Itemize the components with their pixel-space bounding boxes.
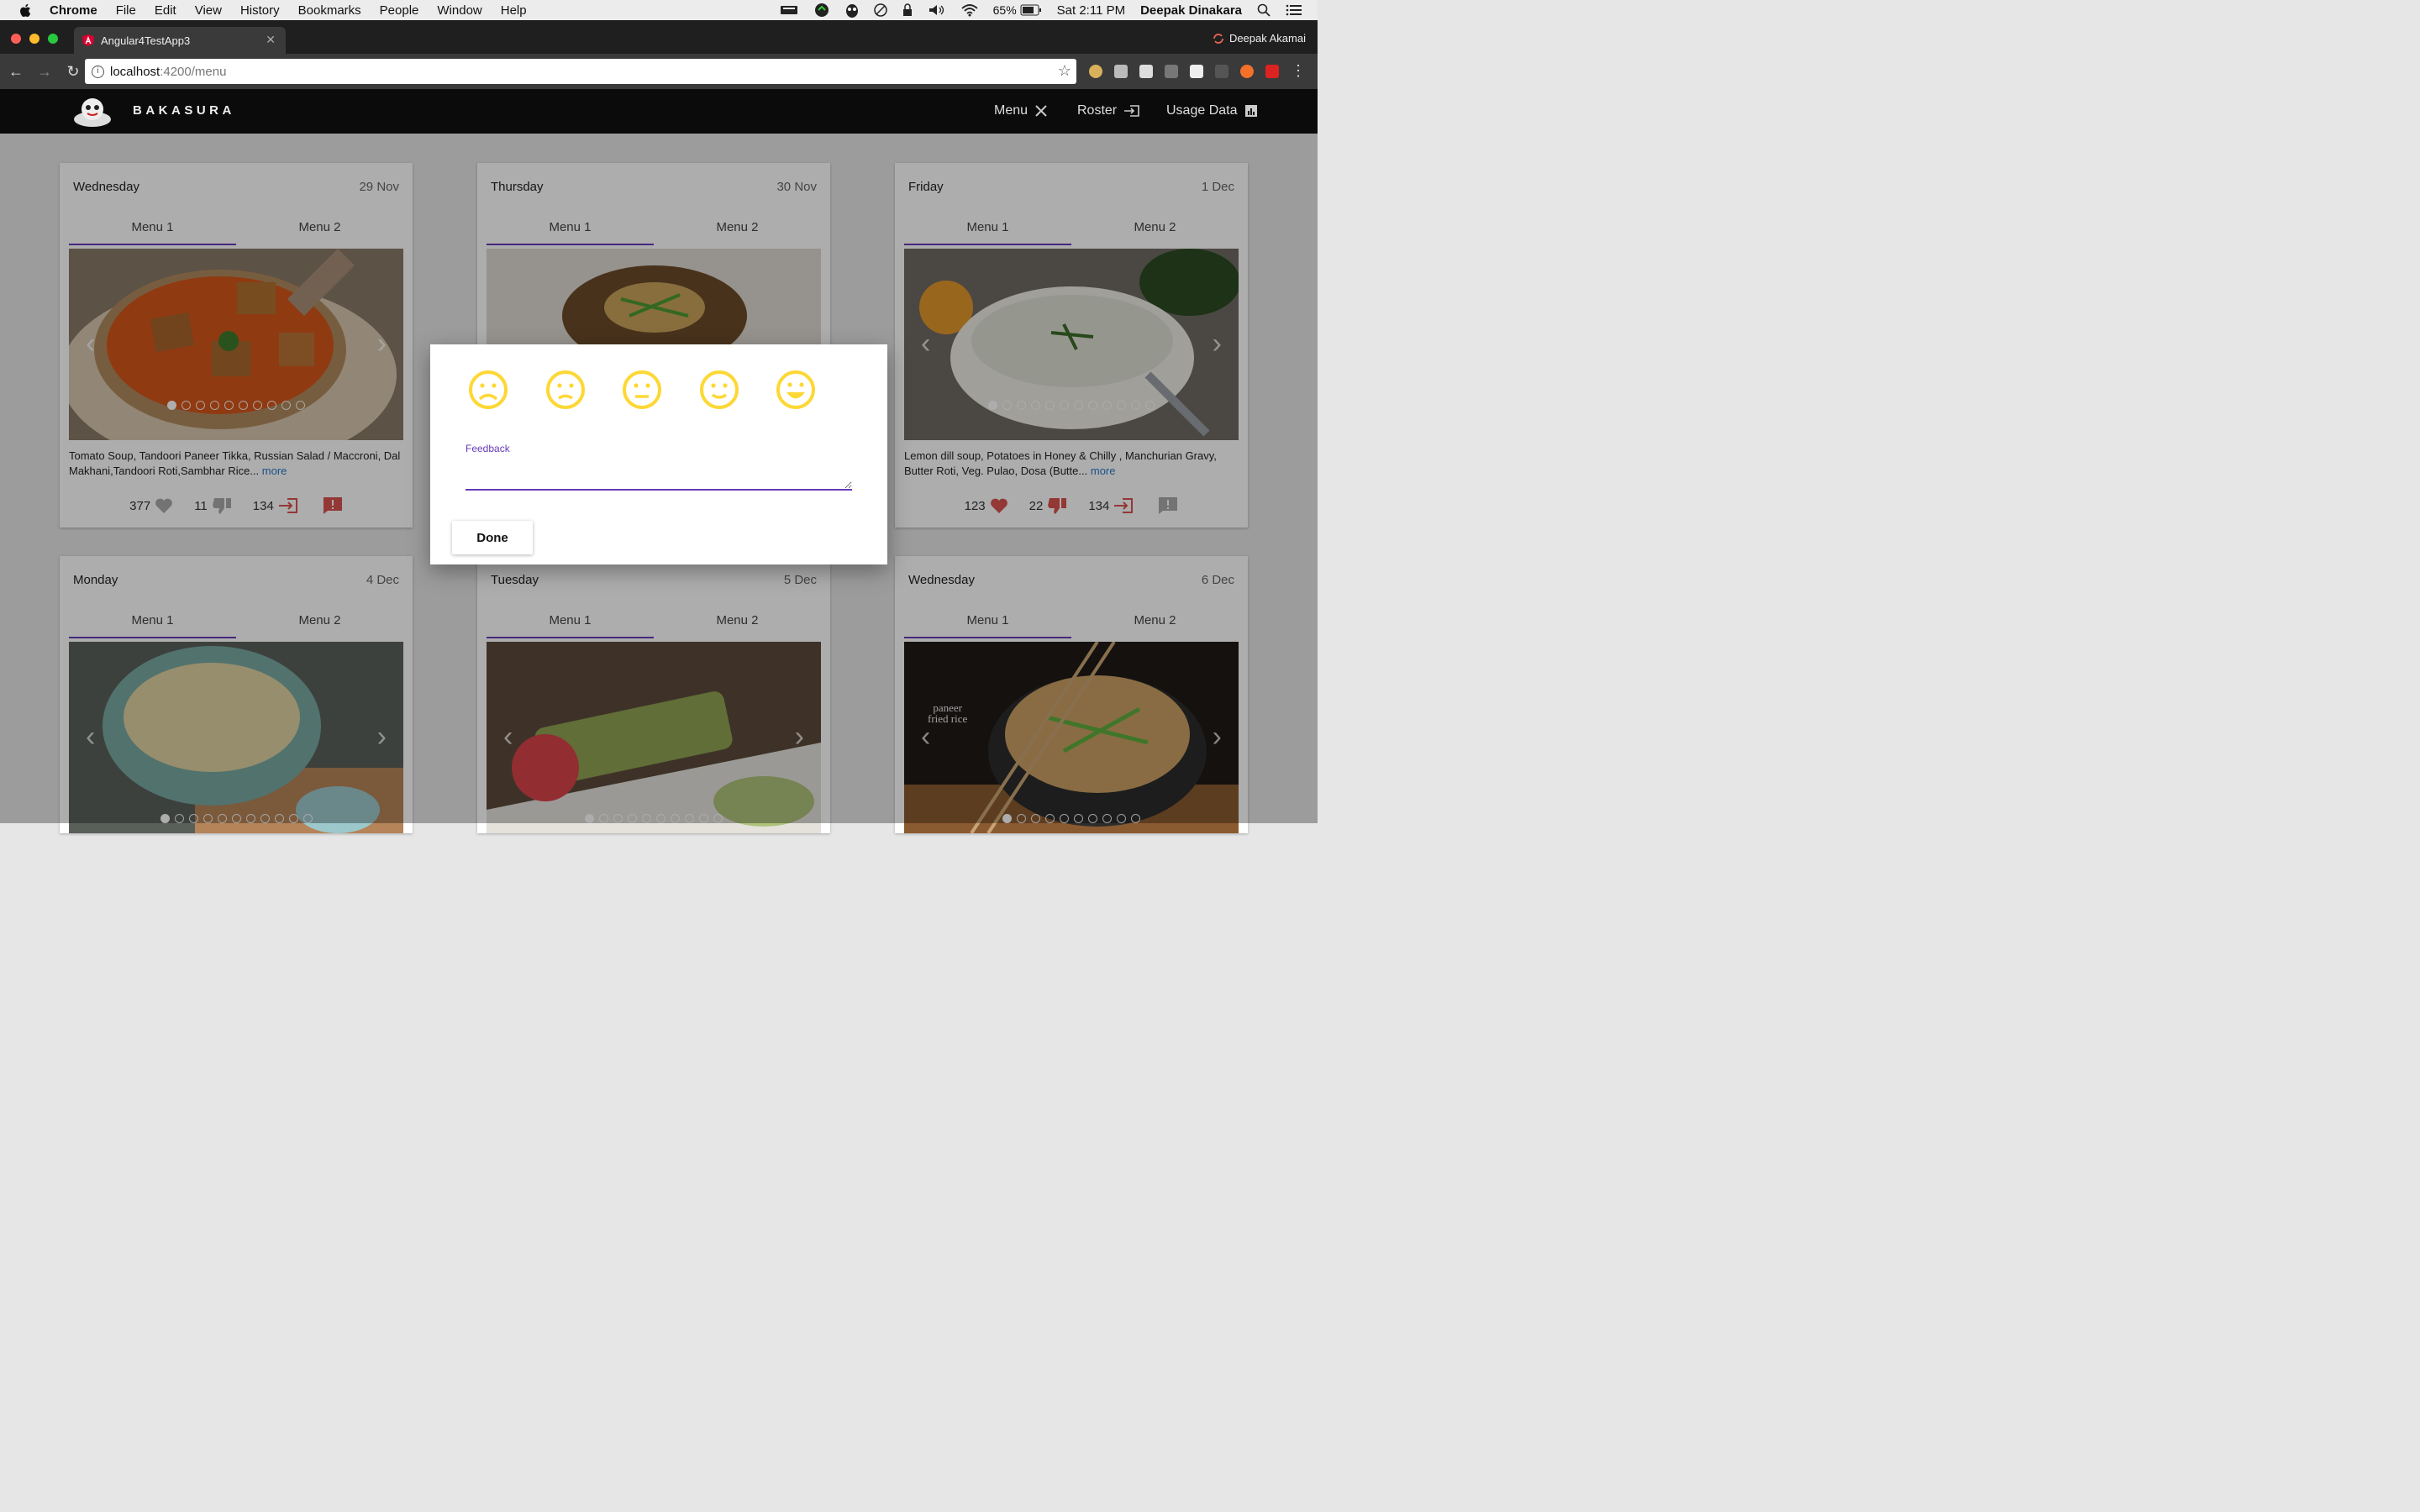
menubar-history[interactable]: History [240,3,280,18]
bakasura-logo-icon[interactable] [72,94,113,129]
apple-icon[interactable] [19,3,33,18]
extension-orange-icon[interactable] [1240,65,1254,78]
extension-a-icon[interactable] [1114,65,1128,78]
sync-icon[interactable] [813,3,830,18]
sad-face-icon[interactable] [545,370,586,410]
browser-tab-strip: Angular4TestApp3 ✕ Deepak Akamai [0,20,1318,54]
feedback-dialog: Feedback Done [430,344,887,564]
nav-menu-label: Menu [994,103,1028,118]
volume-icon[interactable] [928,3,946,17]
nav-roster-label: Roster [1077,103,1118,118]
browser-toolbar: ← → ↻ i localhost:4200/menu ☆ ⋮ [0,54,1318,89]
reload-icon[interactable]: ↻ [60,63,86,81]
neutral-face-icon[interactable] [622,370,662,410]
extensions-area [1089,65,1291,78]
clock[interactable]: Sat 2:11 PM [1057,3,1125,18]
chrome-menu-icon[interactable]: ⋮ [1291,62,1306,80]
notification-center-icon[interactable] [1286,3,1302,17]
url-host: localhost [110,64,160,79]
wifi-icon[interactable] [961,3,978,17]
feedback-textarea[interactable] [466,457,852,491]
feedback-label: Feedback [466,443,510,454]
nav-usage-label: Usage Data [1166,103,1238,118]
extension-braces-icon[interactable] [1215,65,1228,78]
extension-shield-icon[interactable] [1139,65,1153,78]
menubar-people[interactable]: People [380,3,419,18]
very-sad-face-icon[interactable] [468,370,508,410]
bookmark-star-icon[interactable]: ☆ [1058,62,1071,80]
brand-name[interactable]: BAKASURA [133,103,235,118]
done-button[interactable]: Done [452,521,533,554]
menubar-user[interactable]: Deepak Dinakara [1140,3,1242,18]
angular-favicon-icon [82,34,94,46]
browser-tab[interactable]: Angular4TestApp3 ✕ [74,27,286,54]
nav-menu[interactable]: Menu [994,103,1048,118]
fork-knife-icon [1035,105,1047,117]
nav-usage-data[interactable]: Usage Data [1166,103,1258,118]
menubar-edit[interactable]: Edit [155,3,176,18]
profile-name: Deepak Akamai [1228,32,1306,45]
menubar-app-name[interactable]: Chrome [50,3,97,18]
nav-roster[interactable]: Roster [1077,103,1140,118]
do-not-disturb-icon[interactable] [873,3,887,17]
extension-dropper-icon[interactable] [1165,65,1178,78]
happy-face-icon[interactable] [699,370,739,410]
status-app-icon[interactable] [780,3,798,17]
sign-in-icon [1124,105,1139,117]
spotlight-search-icon[interactable] [1257,3,1270,17]
owl-icon[interactable] [845,3,859,18]
menubar-window[interactable]: Window [437,3,481,18]
menubar-help[interactable]: Help [501,3,527,18]
url-path: :4200/menu [160,64,227,79]
close-tab-icon[interactable]: ✕ [266,33,276,47]
extension-red-icon[interactable] [1265,65,1279,78]
browser-profile[interactable]: Deepak Akamai [1213,32,1306,45]
address-bar[interactable]: i localhost:4200/menu ☆ [85,59,1076,84]
app-header: BAKASURA Menu Roster Usage Data [0,89,1318,134]
mac-menubar: Chrome File Edit View History Bookmarks … [0,0,1318,20]
extension-cookie-icon[interactable] [1089,65,1102,78]
battery-icon[interactable] [1020,4,1042,16]
very-happy-face-icon[interactable] [776,370,816,410]
menubar-file[interactable]: File [116,3,136,18]
battery-percent: 65% [992,3,1017,17]
tab-title: Angular4TestApp3 [101,34,191,47]
forward-arrow-icon[interactable]: → [32,63,57,81]
profile-sync-icon [1213,33,1223,44]
menubar-bookmarks[interactable]: Bookmarks [298,3,361,18]
bar-chart-icon [1244,105,1257,117]
minimize-window-button[interactable] [29,34,39,44]
maximize-window-button[interactable] [48,34,58,44]
close-window-button[interactable] [11,34,21,44]
site-info-icon[interactable]: i [92,65,104,78]
back-arrow-icon[interactable]: ← [3,63,29,81]
extension-square-icon[interactable] [1190,65,1203,78]
lock-icon[interactable] [902,3,913,17]
menubar-view[interactable]: View [195,3,222,18]
